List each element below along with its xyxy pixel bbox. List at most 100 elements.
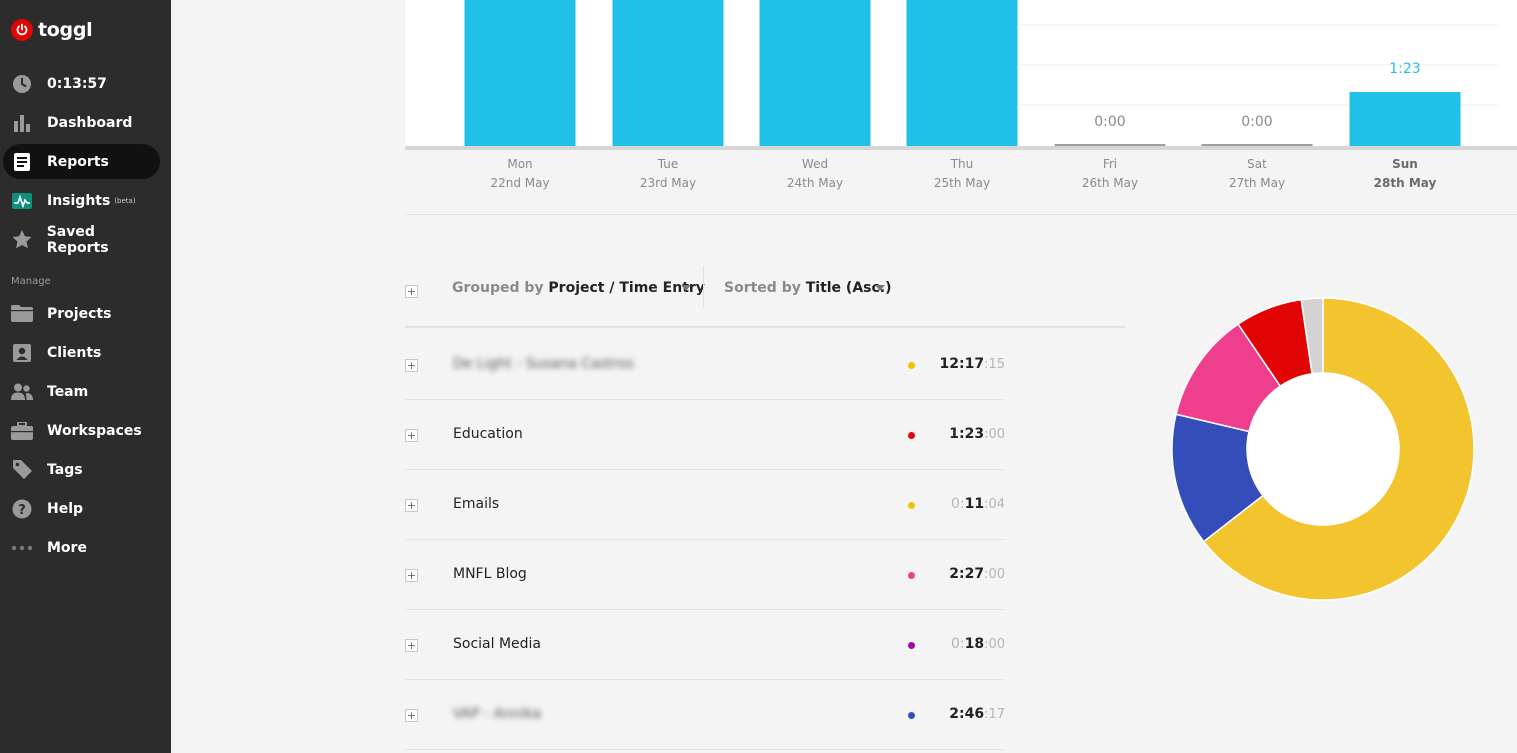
bar-thu[interactable] (906, 0, 1018, 150)
bar-value-label: 0:00 (1241, 114, 1273, 130)
chevron-down-icon[interactable] (875, 285, 885, 291)
star-icon (11, 230, 33, 250)
sidebar-item-saved-reports[interactable]: Saved Reports (3, 222, 160, 257)
expand-row-button[interactable]: + (405, 499, 418, 512)
duration: 12:17:15 (939, 356, 1006, 372)
x-tick-label: Sun 28th May (1373, 157, 1437, 190)
sidebar-item-projects[interactable]: Projects (3, 296, 160, 331)
tag-icon (11, 460, 33, 480)
clock-icon (11, 74, 33, 94)
sidebar-item-label: Dashboard (47, 114, 133, 131)
insights-icon (11, 191, 33, 211)
table-row[interactable]: + MNFL Blog 2:27:00 (405, 540, 1005, 610)
project-color-dot (908, 362, 915, 369)
donut-hole (1247, 373, 1399, 525)
project-color-dot (908, 572, 915, 579)
table-row[interactable]: + Emails 0:11:04 (405, 470, 1005, 540)
expand-row-button[interactable]: + (405, 359, 418, 372)
expand-row-button[interactable]: + (405, 709, 418, 722)
x-tick-label: Fri 26th May (1081, 157, 1139, 190)
project-title: De Light - Susana Castros (453, 356, 634, 372)
sidebar-item-label: Clients (47, 344, 102, 361)
brand-name: toggl (38, 19, 93, 41)
sidebar-item-label: Insights (47, 192, 111, 209)
bar-mon[interactable] (464, 0, 576, 150)
project-title: Social Media (453, 636, 542, 652)
project-color-dot (908, 642, 915, 649)
bar-wed[interactable] (759, 0, 871, 150)
duration: 0:11:04 (950, 496, 1005, 512)
sidebar-item-label: Reports (47, 153, 109, 170)
donut-chart (1171, 297, 1475, 601)
timer-value: 0:13:57 (47, 75, 107, 92)
sidebar: toggl 0:13:57 Dashboard Reports Insights… (0, 0, 171, 753)
svg-text:?: ? (18, 503, 26, 518)
x-tick-label: Mon 22nd May (490, 157, 550, 190)
duration: 0:18:00 (950, 636, 1005, 652)
sidebar-item-label: Help (47, 500, 84, 517)
report-icon (11, 152, 33, 172)
timer-item[interactable]: 0:13:57 (3, 66, 160, 101)
more-icon (11, 538, 33, 558)
sidebar-item-dashboard[interactable]: Dashboard (3, 105, 160, 140)
sidebar-item-label: Projects (47, 305, 112, 322)
toolbar-separator (703, 266, 704, 308)
project-color-dot (908, 712, 915, 719)
sidebar-item-help[interactable]: ? Help (3, 491, 160, 526)
x-tick-label: Thu 25th May (933, 157, 991, 190)
duration: 1:23:00 (949, 426, 1005, 442)
power-icon (11, 19, 33, 41)
sidebar-item-label: Team (47, 383, 89, 400)
sidebar-item-insights[interactable]: Insights (beta) (3, 183, 160, 218)
sidebar-item-workspaces[interactable]: Workspaces (3, 413, 160, 448)
bar-value-label: 1:23 (1389, 61, 1421, 77)
toolbar-divider (405, 326, 1125, 328)
briefcase-icon (11, 421, 33, 441)
toggl-logo[interactable]: toggl (11, 19, 93, 41)
project-color-dot (908, 432, 915, 439)
x-tick-label: Wed 24th May (786, 157, 844, 190)
bar-sun[interactable] (1349, 92, 1461, 150)
bar-tue[interactable] (612, 0, 724, 150)
sidebar-item-clients[interactable]: Clients (3, 335, 160, 370)
table-row[interactable]: + De Light - Susana Castros 12:17:15 (405, 330, 1005, 400)
help-icon: ? (11, 499, 33, 519)
sidebar-item-reports[interactable]: Reports (3, 144, 160, 179)
beta-badge: (beta) (114, 196, 136, 205)
sidebar-item-team[interactable]: Team (3, 374, 160, 409)
sidebar-item-label: Workspaces (47, 422, 142, 439)
duration: 2:27:00 (949, 566, 1005, 582)
expand-row-button[interactable]: + (405, 569, 418, 582)
project-title: VAP - Annika (453, 706, 542, 722)
expand-row-button[interactable]: + (405, 429, 418, 442)
sorted-by-label: Sorted by (724, 280, 801, 296)
expand-row-button[interactable]: + (405, 639, 418, 652)
sorted-by-dropdown[interactable]: Sorted by Title (Asc.) (724, 280, 892, 296)
table-row[interactable]: + Social Media 0:18:00 (405, 610, 1005, 680)
bar-value-label: 0:00 (1094, 114, 1126, 130)
sidebar-item-tags[interactable]: Tags (3, 452, 160, 487)
project-title: Emails (453, 496, 500, 512)
duration: 2:46:17 (949, 706, 1005, 722)
sidebar-item-label: Saved Reports (46, 223, 109, 256)
table-row[interactable]: + VAP - Annika 2:46:17 (405, 680, 1005, 750)
team-icon (11, 382, 33, 402)
project-color-dot (908, 502, 915, 509)
chart-divider (405, 214, 1517, 215)
expand-all-button[interactable]: + (405, 285, 418, 298)
chevron-down-icon[interactable] (681, 285, 691, 291)
x-tick-label: Sat 27th May (1228, 157, 1286, 190)
grouped-by-dropdown[interactable]: Grouped by Project / Time Entry (452, 280, 705, 296)
client-icon (11, 343, 33, 363)
project-title: MNFL Blog (453, 566, 527, 582)
table-row[interactable]: + Education 1:23:00 (405, 400, 1005, 470)
manage-section-label: Manage (11, 276, 51, 287)
bar-chart-icon (11, 113, 33, 133)
sidebar-item-label: Tags (47, 461, 83, 478)
x-tick-label: Tue 23rd May (639, 157, 697, 190)
project-title: Education (453, 426, 523, 442)
sidebar-item-label: More (47, 539, 87, 556)
folder-icon (11, 304, 33, 324)
grouped-by-label: Grouped by (452, 280, 544, 296)
sidebar-item-more[interactable]: More (3, 530, 160, 565)
